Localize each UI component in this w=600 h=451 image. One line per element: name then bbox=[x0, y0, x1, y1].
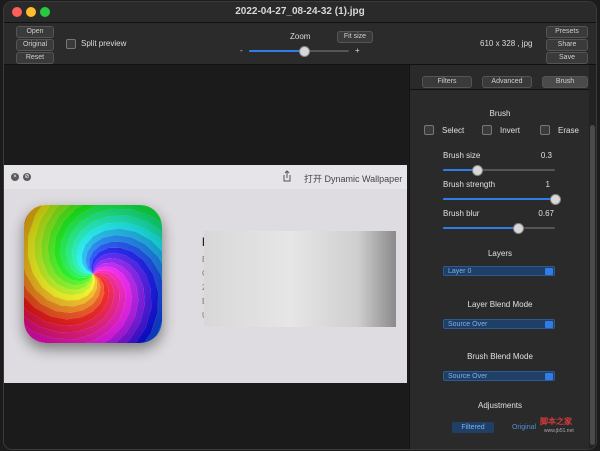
erase-label: Erase bbox=[558, 126, 579, 135]
toolbar: Open Original Reset Split preview Zoom F… bbox=[4, 23, 596, 65]
tab-brush[interactable]: Brush bbox=[542, 76, 588, 88]
brush-blur-knob[interactable] bbox=[513, 223, 525, 234]
image-canvas[interactable]: × ⊘ 打开 Dynamic Wallpaper bbox=[4, 65, 408, 449]
chevron-down-icon bbox=[545, 373, 553, 380]
preview-header: × ⊘ 打开 Dynamic Wallpaper bbox=[4, 165, 407, 189]
erase-checkbox[interactable] bbox=[540, 125, 550, 135]
brush-size-knob[interactable] bbox=[471, 165, 483, 176]
zoom-plus-label: + bbox=[355, 46, 360, 55]
chevron-down-icon bbox=[545, 268, 553, 275]
invert-label: Invert bbox=[500, 126, 521, 135]
layer-blend-section-title: Layer Blend Mode bbox=[467, 300, 533, 309]
adjustments-section-title: Adjustments bbox=[477, 401, 523, 410]
scrollbar-thumb[interactable] bbox=[590, 125, 595, 445]
panel-tabs: Filters Advanced Brush bbox=[410, 65, 590, 90]
brush-blend-select[interactable]: Source Over bbox=[443, 371, 555, 381]
layer-select-value: Layer 0 bbox=[448, 268, 472, 275]
brush-blend-select-value: Source Over bbox=[448, 373, 488, 380]
tab-filters[interactable]: Filters bbox=[422, 76, 472, 88]
original-button[interactable]: Original bbox=[16, 39, 54, 51]
select-checkbox[interactable] bbox=[424, 125, 434, 135]
chevron-down-icon bbox=[545, 321, 553, 328]
brush-strength-label: Brush strength bbox=[443, 180, 496, 189]
split-preview-checkbox[interactable] bbox=[66, 39, 76, 49]
presets-button[interactable]: Presets bbox=[546, 26, 588, 38]
brush-strength-value: 1 bbox=[545, 180, 550, 189]
brush-strength-fill bbox=[443, 198, 555, 200]
watermark-text: 脚本之家 bbox=[540, 417, 572, 426]
app-window: 2022-04-27_08-24-32 (1).jpg Open Origina… bbox=[4, 2, 596, 449]
share-button[interactable]: Share bbox=[546, 39, 588, 51]
layers-section-title: Layers bbox=[487, 249, 512, 258]
fit-size-button[interactable]: Fit size bbox=[337, 31, 373, 43]
layer-blend-select-value: Source Over bbox=[448, 321, 488, 328]
brush-blur-label: Brush blur bbox=[443, 209, 480, 218]
brush-strength-knob[interactable] bbox=[550, 194, 561, 205]
open-button[interactable]: Open bbox=[16, 26, 54, 38]
preview-image-placeholder bbox=[204, 231, 396, 327]
reset-button[interactable]: Reset bbox=[16, 52, 54, 64]
layer-blend-select[interactable]: Source Over bbox=[443, 319, 555, 329]
close-circle-icon: × bbox=[11, 173, 19, 181]
dynamic-wallpaper-app-icon bbox=[24, 205, 162, 343]
watermark-url: www.jb51.net bbox=[544, 428, 574, 434]
zoom-slider-fill bbox=[249, 50, 304, 52]
title-bar: 2022-04-27_08-24-32 (1).jpg bbox=[4, 2, 596, 23]
brush-blur-value: 0.67 bbox=[538, 209, 554, 218]
panel-scrollbar[interactable] bbox=[589, 65, 596, 449]
brush-blur-fill bbox=[443, 227, 519, 229]
image-dimensions: 610 x 328 , jpg bbox=[480, 39, 533, 48]
original-segment[interactable]: Original bbox=[506, 422, 542, 433]
tab-advanced[interactable]: Advanced bbox=[482, 76, 532, 88]
brush-blend-section-title: Brush Blend Mode bbox=[467, 352, 533, 361]
window-title: 2022-04-27_08-24-32 (1).jpg bbox=[235, 6, 365, 17]
share-icon bbox=[283, 170, 291, 182]
block-circle-icon: ⊘ bbox=[23, 173, 31, 181]
split-preview-label: Split preview bbox=[81, 39, 127, 48]
settings-panel: Filters Advanced Brush Brush Select Inve… bbox=[409, 65, 590, 449]
open-with-label: 打开 Dynamic Wallpaper bbox=[304, 174, 403, 184]
select-label: Select bbox=[442, 126, 465, 135]
brush-size-label: Brush size bbox=[443, 151, 481, 160]
zoom-minus-label: - bbox=[240, 46, 243, 55]
save-button[interactable]: Save bbox=[546, 52, 588, 64]
brush-size-value: 0.3 bbox=[540, 151, 552, 160]
zoom-label: Zoom bbox=[290, 32, 311, 41]
brush-section-title: Brush bbox=[489, 109, 511, 118]
filtered-segment[interactable]: Filtered bbox=[452, 422, 494, 433]
zoom-slider-knob[interactable] bbox=[299, 46, 310, 57]
invert-checkbox[interactable] bbox=[482, 125, 492, 135]
image-preview: × ⊘ 打开 Dynamic Wallpaper bbox=[4, 165, 407, 383]
layer-select[interactable]: Layer 0 bbox=[443, 266, 555, 276]
